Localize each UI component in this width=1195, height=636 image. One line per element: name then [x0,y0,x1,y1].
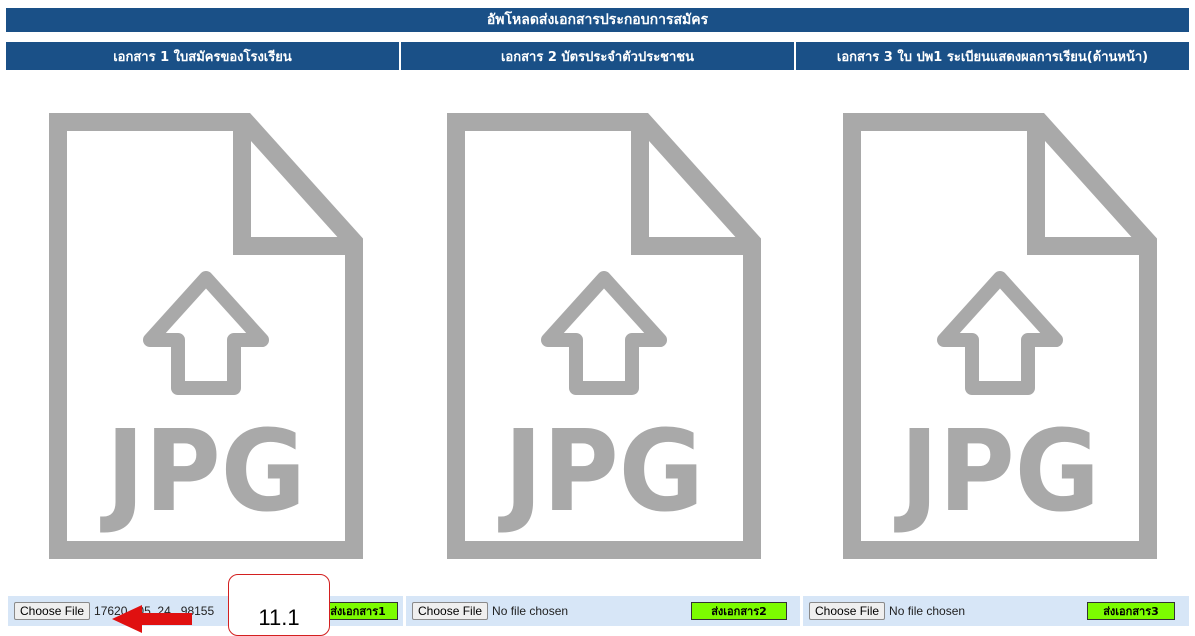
column-header-doc1: เอกสาร 1 ใบสมัครของโรงเรียน [6,42,399,70]
jpg-file-icon: JPG [843,113,1157,559]
column-header-doc2: เอกสาร 2 บัตรประจำตัวประชาชน [401,42,794,70]
jpg-label: JPG [100,407,306,537]
file-status-text: No file chosen [492,604,569,618]
arrow-left-icon [112,605,192,633]
choose-file-button[interactable]: Choose File [14,602,91,620]
file-upload-bar-doc3: Choose File No file chosen ส่งเอกสาร3 [803,596,1189,626]
choose-file-button[interactable]: Choose File [809,602,886,620]
jpg-label: JPG [894,407,1100,537]
step-callout-label: 11.1 [258,605,300,630]
step-callout: 11.1 [228,574,330,636]
file-upload-bar-doc1: Choose File 17620...05_24...98155 ส่งเอก… [8,596,403,626]
page-title: อัพโหลดส่งเอกสารประกอบการสมัคร [6,8,1189,32]
file-upload-bar-doc2: Choose File No file chosen ส่งเอกสาร2 [406,596,800,626]
jpg-file-icon: JPG [447,113,761,559]
file-status-text: No file chosen [889,604,966,618]
choose-file-button[interactable]: Choose File [412,602,489,620]
column-headers: เอกสาร 1 ใบสมัครของโรงเรียน เอกสาร 2 บัต… [6,42,1189,70]
send-doc1-button[interactable]: ส่งเอกสาร1 [318,602,398,620]
send-doc2-button[interactable]: ส่งเอกสาร2 [691,602,787,620]
jpg-label: JPG [498,407,704,537]
jpg-file-icon: JPG [49,113,363,559]
column-header-doc3: เอกสาร 3 ใบ ปพ1 ระเบียนแสดงผลการเรียน(ด้… [796,42,1189,70]
send-doc3-button[interactable]: ส่งเอกสาร3 [1087,602,1175,620]
